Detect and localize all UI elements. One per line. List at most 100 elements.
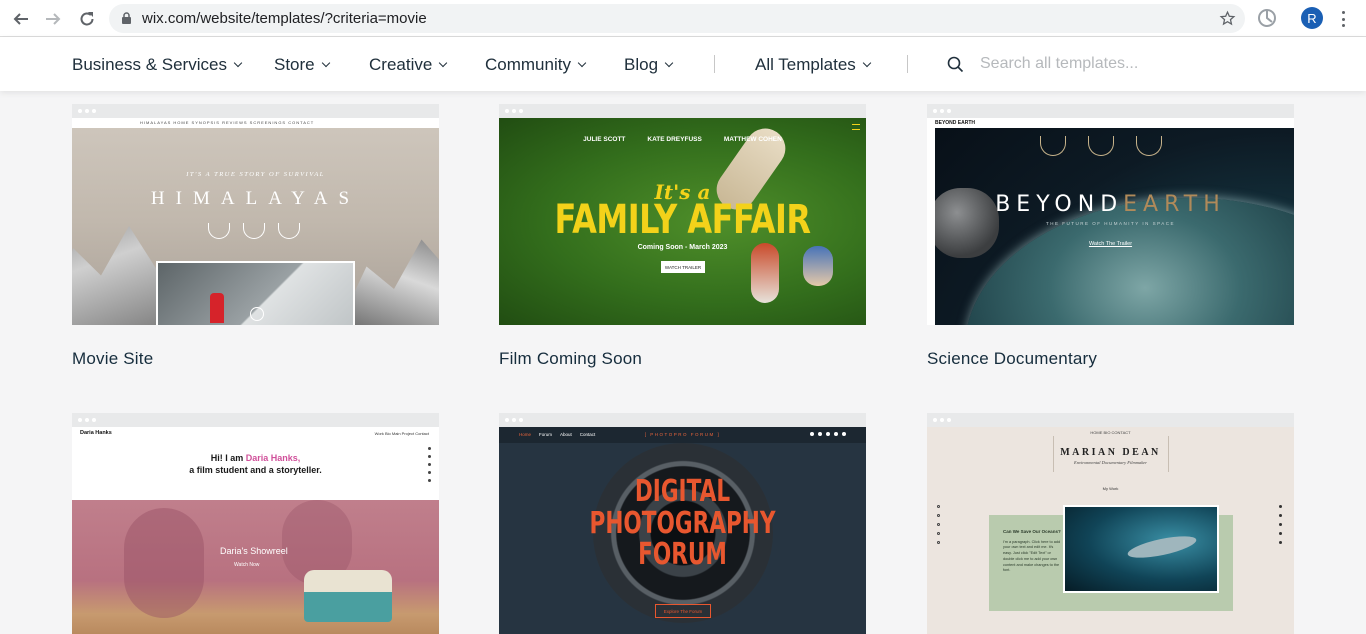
browser-toolbar: wix.com/website/templates/?criteria=movi… bbox=[0, 0, 1366, 37]
chevron-down-icon bbox=[664, 58, 674, 68]
nav-label: Community bbox=[485, 55, 571, 74]
preview-button: WATCH TRAILER bbox=[661, 261, 705, 273]
search-icon[interactable] bbox=[947, 56, 964, 73]
chevron-down-icon bbox=[577, 58, 587, 68]
figure-child bbox=[751, 243, 779, 303]
template-search-input[interactable] bbox=[980, 51, 1320, 77]
figure-child bbox=[803, 246, 833, 286]
shark-figure bbox=[1126, 531, 1198, 563]
template-card-movie-site[interactable]: HIMALAYAS HOME SYNOPSIS REVIEWS SCREENIN… bbox=[72, 104, 439, 369]
nav-community[interactable]: Community bbox=[485, 55, 587, 75]
preview-cast: JULIE SCOTT KATE DREYFUSS MATTHEW COHEN bbox=[499, 136, 866, 144]
thumbnail-window-bar bbox=[499, 413, 866, 427]
chevron-down-icon bbox=[233, 58, 243, 68]
address-bar[interactable]: wix.com/website/templates/?criteria=movi… bbox=[109, 4, 1245, 33]
social-icons bbox=[810, 432, 846, 436]
reload-button[interactable] bbox=[76, 8, 98, 30]
preview-button: Explore The Forum bbox=[655, 604, 711, 618]
nav-blog[interactable]: Blog bbox=[624, 55, 674, 75]
preview-card-text: Can We Save Our Oceans? I'm a paragraph. … bbox=[1003, 529, 1061, 573]
award-laurels bbox=[1040, 136, 1162, 156]
preview-nav-text: HIMALAYAS HOME SYNOPSIS REVIEWS SCREENIN… bbox=[140, 120, 315, 125]
url-text[interactable]: wix.com/website/templates/?criteria=movi… bbox=[142, 10, 427, 27]
thumbnail-window-bar bbox=[72, 413, 439, 427]
nav-creative[interactable]: Creative bbox=[369, 55, 448, 75]
arrow-right-icon bbox=[46, 13, 61, 25]
template-thumbnail[interactable]: Home Forum About Contact [ PHOTOPRO FORU… bbox=[499, 427, 866, 634]
preview-photo: Daria's Showreel Watch Now bbox=[72, 500, 439, 634]
preview-headline: FAMILY AFFAIR bbox=[554, 195, 811, 243]
template-card-documentary-filmmaker[interactable]: HOME BIO CONTACT MARIAN DEAN Environment… bbox=[927, 413, 1294, 634]
browser-menu-button[interactable] bbox=[1337, 9, 1349, 29]
template-card-film-coming-soon[interactable]: JULIE SCOTT KATE DREYFUSS MATTHEW COHEN … bbox=[499, 104, 866, 369]
nav-all-templates[interactable]: All Templates bbox=[755, 55, 872, 75]
nav-label: Store bbox=[274, 55, 315, 74]
side-nav-dots bbox=[937, 505, 940, 544]
hamburger-icon bbox=[852, 124, 860, 130]
bookmark-star-icon[interactable] bbox=[1219, 10, 1236, 27]
climber-figure bbox=[210, 293, 224, 323]
back-button[interactable] bbox=[10, 8, 32, 30]
template-thumbnail[interactable]: Daria Hanks Work Bio Main Project Contac… bbox=[72, 427, 439, 634]
template-card-film-student[interactable]: Daria Hanks Work Bio Main Project Contac… bbox=[72, 413, 439, 634]
preview-owner: Daria Hanks bbox=[80, 430, 112, 436]
nav-divider bbox=[714, 55, 715, 73]
extension-icon[interactable] bbox=[1257, 8, 1277, 28]
preview-video bbox=[1063, 505, 1219, 593]
nav-store[interactable]: Store bbox=[274, 55, 330, 75]
arrow-left-icon bbox=[13, 13, 28, 25]
play-icon bbox=[250, 307, 264, 321]
nav-label: Blog bbox=[624, 55, 659, 74]
template-card-science-documentary[interactable]: BEYOND EARTH BEYONDEARTH THE FUTURE OF H… bbox=[927, 104, 1294, 369]
preview-owner: MARIAN DEAN bbox=[1060, 447, 1161, 458]
nav-business-services[interactable]: Business & Services bbox=[72, 55, 243, 75]
preview-headline: HIMALAYAS bbox=[150, 188, 361, 209]
template-category-nav: Business & Services Store Creative Commu… bbox=[0, 37, 1366, 91]
thumbnail-window-bar bbox=[927, 413, 1294, 427]
lock-icon bbox=[122, 12, 131, 24]
chevron-down-icon bbox=[321, 58, 330, 68]
preview-menu: Work Bio Main Project Contact bbox=[374, 431, 429, 436]
template-title[interactable]: Science Documentary bbox=[927, 349, 1294, 369]
preview-link: Watch The Trailer bbox=[1088, 241, 1133, 247]
social-icons bbox=[428, 447, 431, 482]
preview-nav: HIMALAYAS HOME SYNOPSIS REVIEWS SCREENIN… bbox=[72, 118, 439, 128]
social-icons bbox=[1279, 505, 1282, 544]
preview-role: Environmental Documentary Filmmaker bbox=[1073, 460, 1148, 465]
reload-icon bbox=[80, 12, 94, 26]
chevron-down-icon bbox=[439, 58, 448, 68]
nav-label: Business & Services bbox=[72, 55, 227, 74]
award-laurels bbox=[208, 223, 300, 239]
planet bbox=[965, 198, 1294, 325]
thumbnail-window-bar bbox=[499, 104, 866, 118]
template-thumbnail[interactable]: JULIE SCOTT KATE DREYFUSS MATTHEW COHEN … bbox=[499, 118, 866, 325]
preview-headline: BEYONDEARTH bbox=[995, 192, 1226, 217]
chevron-down-icon bbox=[862, 58, 872, 68]
template-title[interactable]: Movie Site bbox=[72, 349, 439, 369]
cast-name: KATE DREYFUSS bbox=[647, 136, 702, 143]
nav-label: Creative bbox=[369, 55, 433, 74]
preview-watch: Watch Now bbox=[234, 562, 260, 568]
template-thumbnail[interactable]: BEYOND EARTH BEYONDEARTH THE FUTURE OF H… bbox=[927, 118, 1294, 325]
forward-button[interactable] bbox=[42, 8, 64, 30]
cast-name: JULIE SCOTT bbox=[583, 136, 626, 143]
thumbnail-window-bar bbox=[927, 104, 1294, 118]
preview-subtitle: THE FUTURE OF HUMANITY IN SPACE bbox=[1045, 221, 1176, 226]
preview-headline: DIGITAL PHOTOGRAPHY FORUM bbox=[589, 474, 776, 572]
nav-label: All Templates bbox=[755, 55, 856, 74]
camper-van bbox=[304, 570, 392, 622]
template-card-photography-forum[interactable]: Home Forum About Contact [ PHOTOPRO FORU… bbox=[499, 413, 866, 634]
preview-tagline: IT'S A TRUE STORY OF SURVIVAL bbox=[186, 171, 325, 178]
nav-divider bbox=[907, 55, 908, 73]
preview-video bbox=[156, 261, 355, 325]
profile-avatar[interactable]: R bbox=[1301, 7, 1323, 29]
cast-name: MATTHEW COHEN bbox=[723, 136, 782, 143]
preview-reel: Daria's Showreel bbox=[220, 546, 288, 556]
preview-section: My Work bbox=[1102, 486, 1119, 491]
preview-menu: HOME BIO CONTACT bbox=[1090, 430, 1131, 435]
template-thumbnail[interactable]: HIMALAYAS HOME SYNOPSIS REVIEWS SCREENIN… bbox=[72, 118, 439, 325]
template-title[interactable]: Film Coming Soon bbox=[499, 349, 866, 369]
thumbnail-window-bar bbox=[72, 104, 439, 118]
preview-date: Coming Soon - March 2023 bbox=[637, 244, 728, 251]
template-thumbnail[interactable]: HOME BIO CONTACT MARIAN DEAN Environment… bbox=[927, 427, 1294, 634]
